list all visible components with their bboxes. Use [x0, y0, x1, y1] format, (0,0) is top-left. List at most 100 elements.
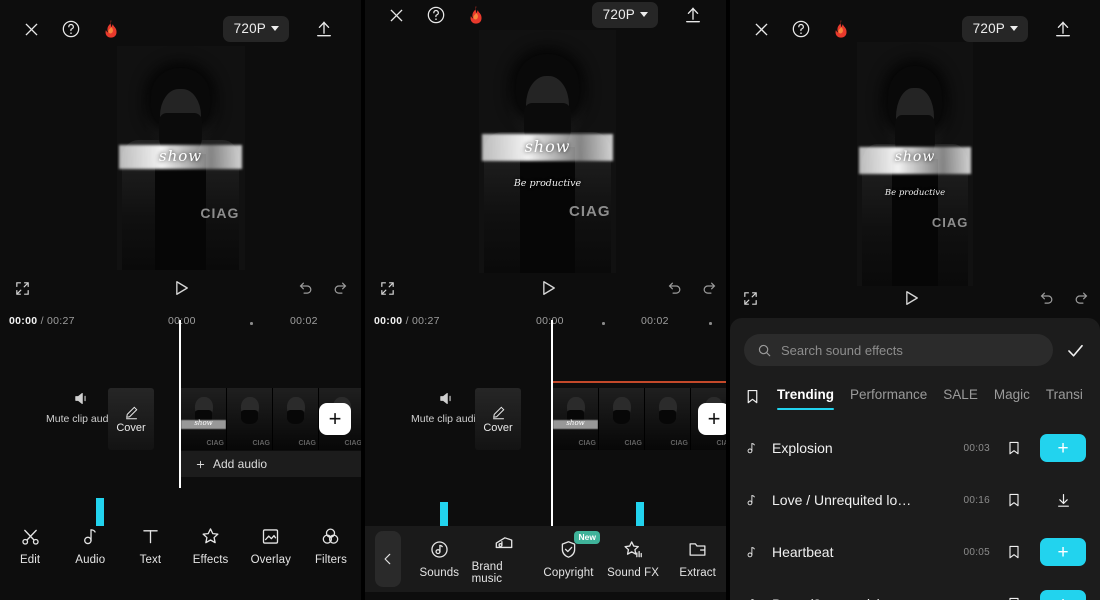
ruler-tick-0: 00:00 — [536, 315, 564, 327]
timeline: 00:00 / 00:27 00:00 00:02 Mute clip audi… — [365, 312, 730, 550]
total-time: 00:27 — [47, 315, 75, 327]
flame-icon[interactable] — [94, 12, 128, 46]
preview-subtitle-text: Be productive — [513, 178, 582, 190]
play-button[interactable] — [171, 278, 191, 298]
nav-item-copyright[interactable]: New Copyright — [536, 531, 601, 579]
export-button[interactable] — [307, 12, 341, 46]
close-icon[interactable] — [379, 0, 413, 32]
video-preview[interactable]: CIAG show Be productive — [479, 30, 616, 273]
preview-photo: CIAG show Be productive — [479, 30, 616, 273]
play-button[interactable] — [901, 288, 921, 308]
fullscreen-icon[interactable] — [379, 280, 396, 297]
close-icon[interactable] — [744, 12, 778, 46]
help-icon[interactable] — [419, 0, 453, 32]
search-placeholder-text: Search sound effects — [781, 342, 903, 358]
nav-item-edit[interactable]: Edit — [0, 526, 60, 566]
timeline-ruler[interactable]: 00:00 / 00:27 00:00 00:02 — [365, 312, 730, 334]
sound-duration: 00:16 — [963, 494, 990, 506]
nav-item-overlay[interactable]: Overlay — [241, 526, 301, 566]
resolution-dropdown[interactable]: 720P — [591, 2, 658, 28]
bottom-nav-audio: Sounds Brand music New Copyright Sound F… — [365, 526, 730, 592]
music-note-icon — [744, 544, 760, 560]
fullscreen-icon[interactable] — [14, 280, 31, 297]
undo-icon[interactable] — [1038, 290, 1055, 307]
video-preview[interactable]: CIAG show Be productive — [857, 42, 973, 286]
fullscreen-icon[interactable] — [742, 290, 759, 307]
sound-duration: 00:05 — [963, 546, 990, 558]
nav-label-edit: Edit — [19, 554, 41, 566]
search-input[interactable]: Search sound effects — [744, 334, 1053, 366]
add-sound-button[interactable]: + — [1040, 538, 1086, 566]
nav-item-sounds[interactable]: Sounds — [407, 539, 472, 579]
tab-magic[interactable]: Magic — [994, 387, 1030, 405]
add-sound-button[interactable]: + — [1040, 434, 1086, 462]
ruler-tick-1: 00:02 — [641, 315, 669, 327]
list-item[interactable]: Love / Unrequited lo… 00:16 — [730, 474, 1100, 526]
chevron-down-icon — [271, 26, 279, 31]
tab-performance[interactable]: Performance — [850, 387, 927, 405]
nav-item-brand-music[interactable]: Brand music — [472, 533, 537, 585]
sound-list[interactable]: Explosion 00:03 + Love / Unrequited lo… … — [730, 422, 1100, 600]
music-note-icon — [744, 492, 760, 508]
list-item[interactable]: Explosion 00:03 + — [730, 422, 1100, 474]
tab-sale[interactable]: SALE — [943, 387, 978, 405]
help-icon[interactable] — [54, 12, 88, 46]
list-item[interactable]: Heartbeat 00:05 + — [730, 526, 1100, 578]
add-audio-button[interactable]: Add audio — [181, 451, 361, 477]
confirm-button[interactable] — [1065, 340, 1086, 361]
nav-item-sound-fx[interactable]: Sound FX — [601, 539, 666, 579]
sound-title: Heartbeat — [772, 544, 834, 560]
nav-item-extract[interactable]: Extract — [665, 539, 730, 579]
mute-clip-audio-button[interactable]: Mute clip audio — [411, 390, 482, 425]
bookmark-icon[interactable] — [1006, 544, 1022, 560]
play-button[interactable] — [538, 278, 558, 298]
preview-subtitle-text: Be productive — [884, 188, 946, 199]
ruler-tick-1: 00:02 — [290, 315, 318, 327]
resolution-dropdown[interactable]: 720P — [961, 16, 1028, 42]
redo-icon[interactable] — [701, 280, 718, 297]
video-preview[interactable]: CIAG show — [116, 46, 245, 270]
tab-transitions[interactable]: Transi — [1046, 387, 1083, 405]
resolution-dropdown[interactable]: 720P — [222, 16, 289, 42]
download-sound-button[interactable] — [1040, 486, 1086, 514]
bookmark-icon[interactable] — [744, 388, 761, 405]
add-sound-button[interactable]: + — [1040, 590, 1086, 600]
list-item[interactable]: Beep (2 seconds) 00:02 + — [730, 578, 1100, 600]
undo-icon[interactable] — [666, 280, 683, 297]
chevron-down-icon — [640, 12, 648, 17]
add-clip-button[interactable]: + — [319, 403, 351, 435]
nav-item-effects[interactable]: Effects — [181, 526, 241, 566]
export-button[interactable] — [1046, 12, 1080, 46]
close-icon[interactable] — [14, 12, 48, 46]
bookmark-icon[interactable] — [1006, 596, 1022, 600]
preview-title-text: show — [894, 149, 936, 166]
current-time: 00:00 — [9, 315, 38, 327]
category-tabs: Trending Performance SALE Magic Transi — [730, 378, 1100, 414]
bookmark-icon[interactable] — [1006, 440, 1022, 456]
preview-brand-text: CIAG — [200, 204, 240, 221]
tab-trending[interactable]: Trending — [777, 387, 834, 410]
nav-item-text[interactable]: Text — [120, 526, 180, 566]
add-clip-label: + — [328, 406, 342, 431]
flame-icon[interactable] — [824, 12, 858, 46]
nav-item-audio[interactable]: Audio — [60, 526, 120, 566]
history-controls — [1038, 290, 1090, 307]
playback-controls — [365, 268, 730, 308]
cover-button[interactable]: Cover — [475, 388, 521, 450]
nav-label-overlay: Overlay — [250, 554, 291, 566]
search-icon — [757, 343, 772, 358]
undo-icon[interactable] — [297, 280, 314, 297]
bookmark-icon[interactable] — [1006, 492, 1022, 508]
redo-icon[interactable] — [1073, 290, 1090, 307]
new-badge: New — [574, 531, 600, 544]
export-button[interactable] — [676, 0, 710, 32]
redo-icon[interactable] — [332, 280, 349, 297]
time-separator: / — [405, 315, 409, 327]
cover-button[interactable]: Cover — [108, 388, 154, 450]
back-button[interactable] — [375, 531, 401, 587]
nav-item-filters[interactable]: Filters — [301, 526, 361, 566]
help-icon[interactable] — [784, 12, 818, 46]
flame-icon[interactable] — [459, 0, 493, 32]
timeline-body: Mute clip audio Cover show CIAG CIAG CIAG… — [0, 320, 361, 488]
mute-clip-audio-button[interactable]: Mute clip audio — [46, 390, 117, 425]
